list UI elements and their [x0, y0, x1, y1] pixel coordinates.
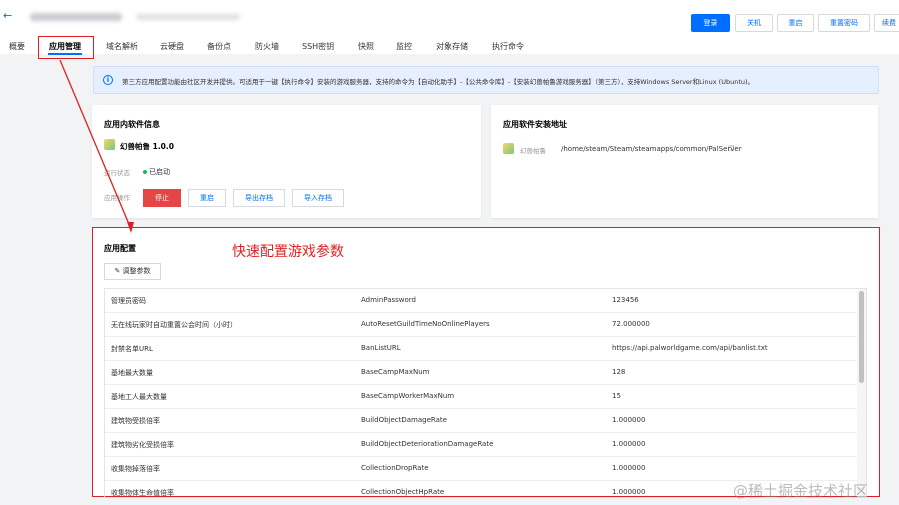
watermark: @稀土掘金技术社区: [733, 482, 869, 500]
annotation-arrow: [59, 59, 134, 233]
